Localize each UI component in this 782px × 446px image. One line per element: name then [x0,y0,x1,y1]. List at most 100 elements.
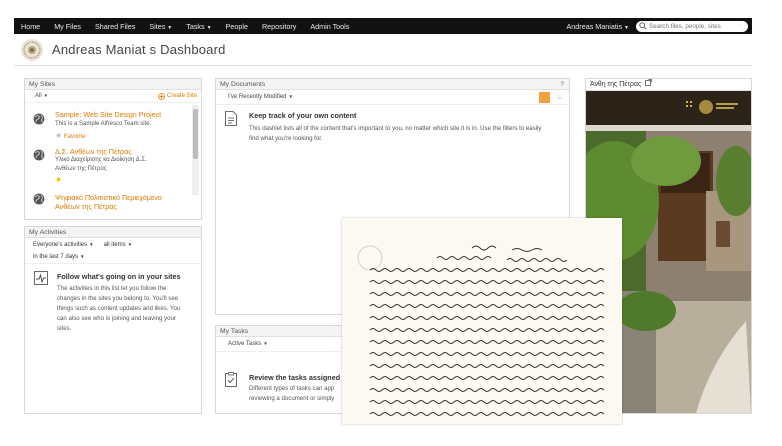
nav-my-files[interactable]: My Files [47,22,88,31]
globe-icon [33,149,45,161]
chevron-down-icon: ▼ [43,93,49,98]
create-site-label: Create Site [166,93,197,99]
favorite-toggle[interactable]: ★ [55,175,62,184]
user-name: Andreas Maniatis [566,21,623,31]
my-tasks-dashlet: My Tasks Active Tasks ▼ Review the tasks … [215,325,345,414]
create-site-icon [158,92,165,100]
nav-repository[interactable]: Repository [255,22,303,31]
user-avatar-logo [21,38,43,61]
activities-range-label: in the last 7 days [33,254,79,260]
tasks-toolbar: Active Tasks ▼ [216,337,345,352]
my-tasks-title: My Tasks [216,326,345,337]
image-panel-title: Άνθη της Πέτρας [586,79,751,91]
body-line: Different types of tasks can app [249,385,335,392]
nav-right-group: Andreas Maniatis ▼ [560,20,752,32]
nav-sites[interactable]: Sites ▼ [142,22,179,31]
site-name-line2[interactable]: Ανθέων της Πέτρας [55,202,117,211]
task-icon [225,372,237,387]
star-icon: ★ [55,131,63,140]
sites-scrollbar[interactable] [192,105,199,195]
image-panel-title-label: Άνθη της Πέτρας [590,81,642,88]
help-icon[interactable]: ? [560,79,564,90]
documents-toolbar: I've Recently Modified ▼ ≡ [216,90,569,105]
activities-empty-body: The activities in this list let you foll… [57,284,180,334]
my-documents-title-label: My Documents [220,81,266,88]
nav-shared-files[interactable]: Shared Files [88,22,142,31]
top-navigation-bar: Home My Files Shared Files Sites ▼ Tasks ▼… [14,18,752,34]
body-line: things such as content updates and likes… [57,305,181,312]
detailed-view-button[interactable] [539,91,550,103]
chevron-down-icon: ▼ [80,254,85,259]
my-sites-title: My Sites [25,79,201,90]
my-sites-toolbar: All ▼ Create Site [25,90,201,103]
chevron-down-icon: ▼ [127,241,133,247]
site-name[interactable]: Sample: Web Site Design Project [55,110,161,119]
chevron-down-icon: ▼ [89,241,94,247]
tasks-filter-label: Active Tasks [228,341,262,347]
nav-home[interactable]: Home [14,22,47,31]
tasks-filter-dropdown[interactable]: Active Tasks ▼ [228,341,268,347]
nav-tasks[interactable]: Tasks ▼ [179,22,218,31]
site-item[interactable]: Sample: Web Site Design Project This is … [25,109,200,145]
create-site-link[interactable]: Create Site [158,92,197,100]
activities-empty-title: Follow what's going on in your sites [57,272,181,281]
sites-filter-dropdown[interactable]: All ▼ [35,93,48,99]
globe-icon [33,193,45,205]
nav-admin-tools[interactable]: Admin Tools [303,22,356,31]
star-icon: ★ [55,175,63,184]
documents-empty-body-line2: find what you're looking for. [249,135,323,142]
activities-type-filter[interactable]: all items ▼ [104,242,132,248]
search-input[interactable] [647,21,745,31]
chevron-down-icon: ▼ [167,24,173,31]
activities-range-row: in the last 7 days ▼ [25,251,201,264]
nav-sites-label: Sites [149,21,166,31]
site-name[interactable]: Ψηφιακό Πολιτιστικό Περιεχόμενο [55,193,162,202]
tasks-empty-title: Review the tasks assigned t [249,373,345,382]
chevron-down-icon: ▼ [288,94,293,99]
search-icon [639,22,647,30]
my-documents-title: My Documents? [216,79,569,90]
nav-people[interactable]: People [219,22,255,31]
documents-empty-body-line1: This dashlet lists all of the content th… [249,125,542,132]
body-line: can also see who is joining and leaving … [57,315,176,322]
simple-view-button[interactable]: ≡ [554,92,565,103]
chevron-down-icon: ▼ [624,24,629,31]
dashboard-header: Andreas Maniat s Dashboard [14,34,752,66]
external-link-icon[interactable] [645,79,653,86]
favorite-label: Favorite [63,134,86,140]
body-line: The activities in this list let you foll… [57,285,167,292]
nav-tasks-label: Tasks [186,21,205,31]
activity-icon [34,271,48,285]
documents-empty-title: Keep track of your own content [249,111,357,120]
tasks-empty-body: Different types of tasks can app reviewi… [249,384,334,404]
documents-filter-dropdown[interactable]: I've Recently Modified ▼ [228,94,293,100]
globe-icon [33,113,45,125]
body-line: sites. [57,325,72,332]
chevron-down-icon: ▼ [206,24,212,31]
page-title: Andreas Maniat s Dashboard [52,42,226,57]
search-box[interactable] [636,20,748,32]
body-line: reviewing a document or simply [249,395,335,402]
documents-filter-label: I've Recently Modified [228,94,287,100]
site-description: Ανθέων της Πέτρας [55,166,107,172]
my-activities-title: My Activities [25,227,201,238]
site-description: This is a Sample Alfresco Team site. [55,121,152,127]
user-menu[interactable]: Andreas Maniatis ▼ [560,22,636,31]
favorite-toggle[interactable]: ★ Favorite [55,131,86,140]
sites-filter-label: All [35,93,42,99]
activities-user-filter-label: Everyone's activities [33,241,88,248]
activities-range-filter[interactable]: in the last 7 days ▼ [33,254,85,260]
activities-filter-row: Everyone's activities ▼ all items ▼ [25,238,201,251]
document-icon [225,111,237,126]
activities-type-filter-label: all items [103,241,126,248]
body-line: changes in the sites you belong to. You'… [57,295,179,302]
my-sites-dashlet: My Sites All ▼ Create Site Sample: Web Si… [24,78,202,220]
scrollbar-thumb[interactable] [193,109,198,159]
my-activities-dashlet: My Activities Everyone's activities ▼ all… [24,226,202,414]
site-item[interactable]: Δ.Σ. Ανθέων της Πέτρας Υλικό Διαχείρισης… [25,147,200,187]
site-name[interactable]: Δ.Σ. Ανθέων της Πέτρας [55,147,132,156]
handwritten-letter-image [342,218,622,424]
site-item[interactable]: Ψηφιακό Πολιτιστικό Περιεχόμενο Ανθέων τ… [25,191,200,217]
letter-scan [342,218,622,424]
activities-user-filter[interactable]: Everyone's activities ▼ [33,242,94,248]
